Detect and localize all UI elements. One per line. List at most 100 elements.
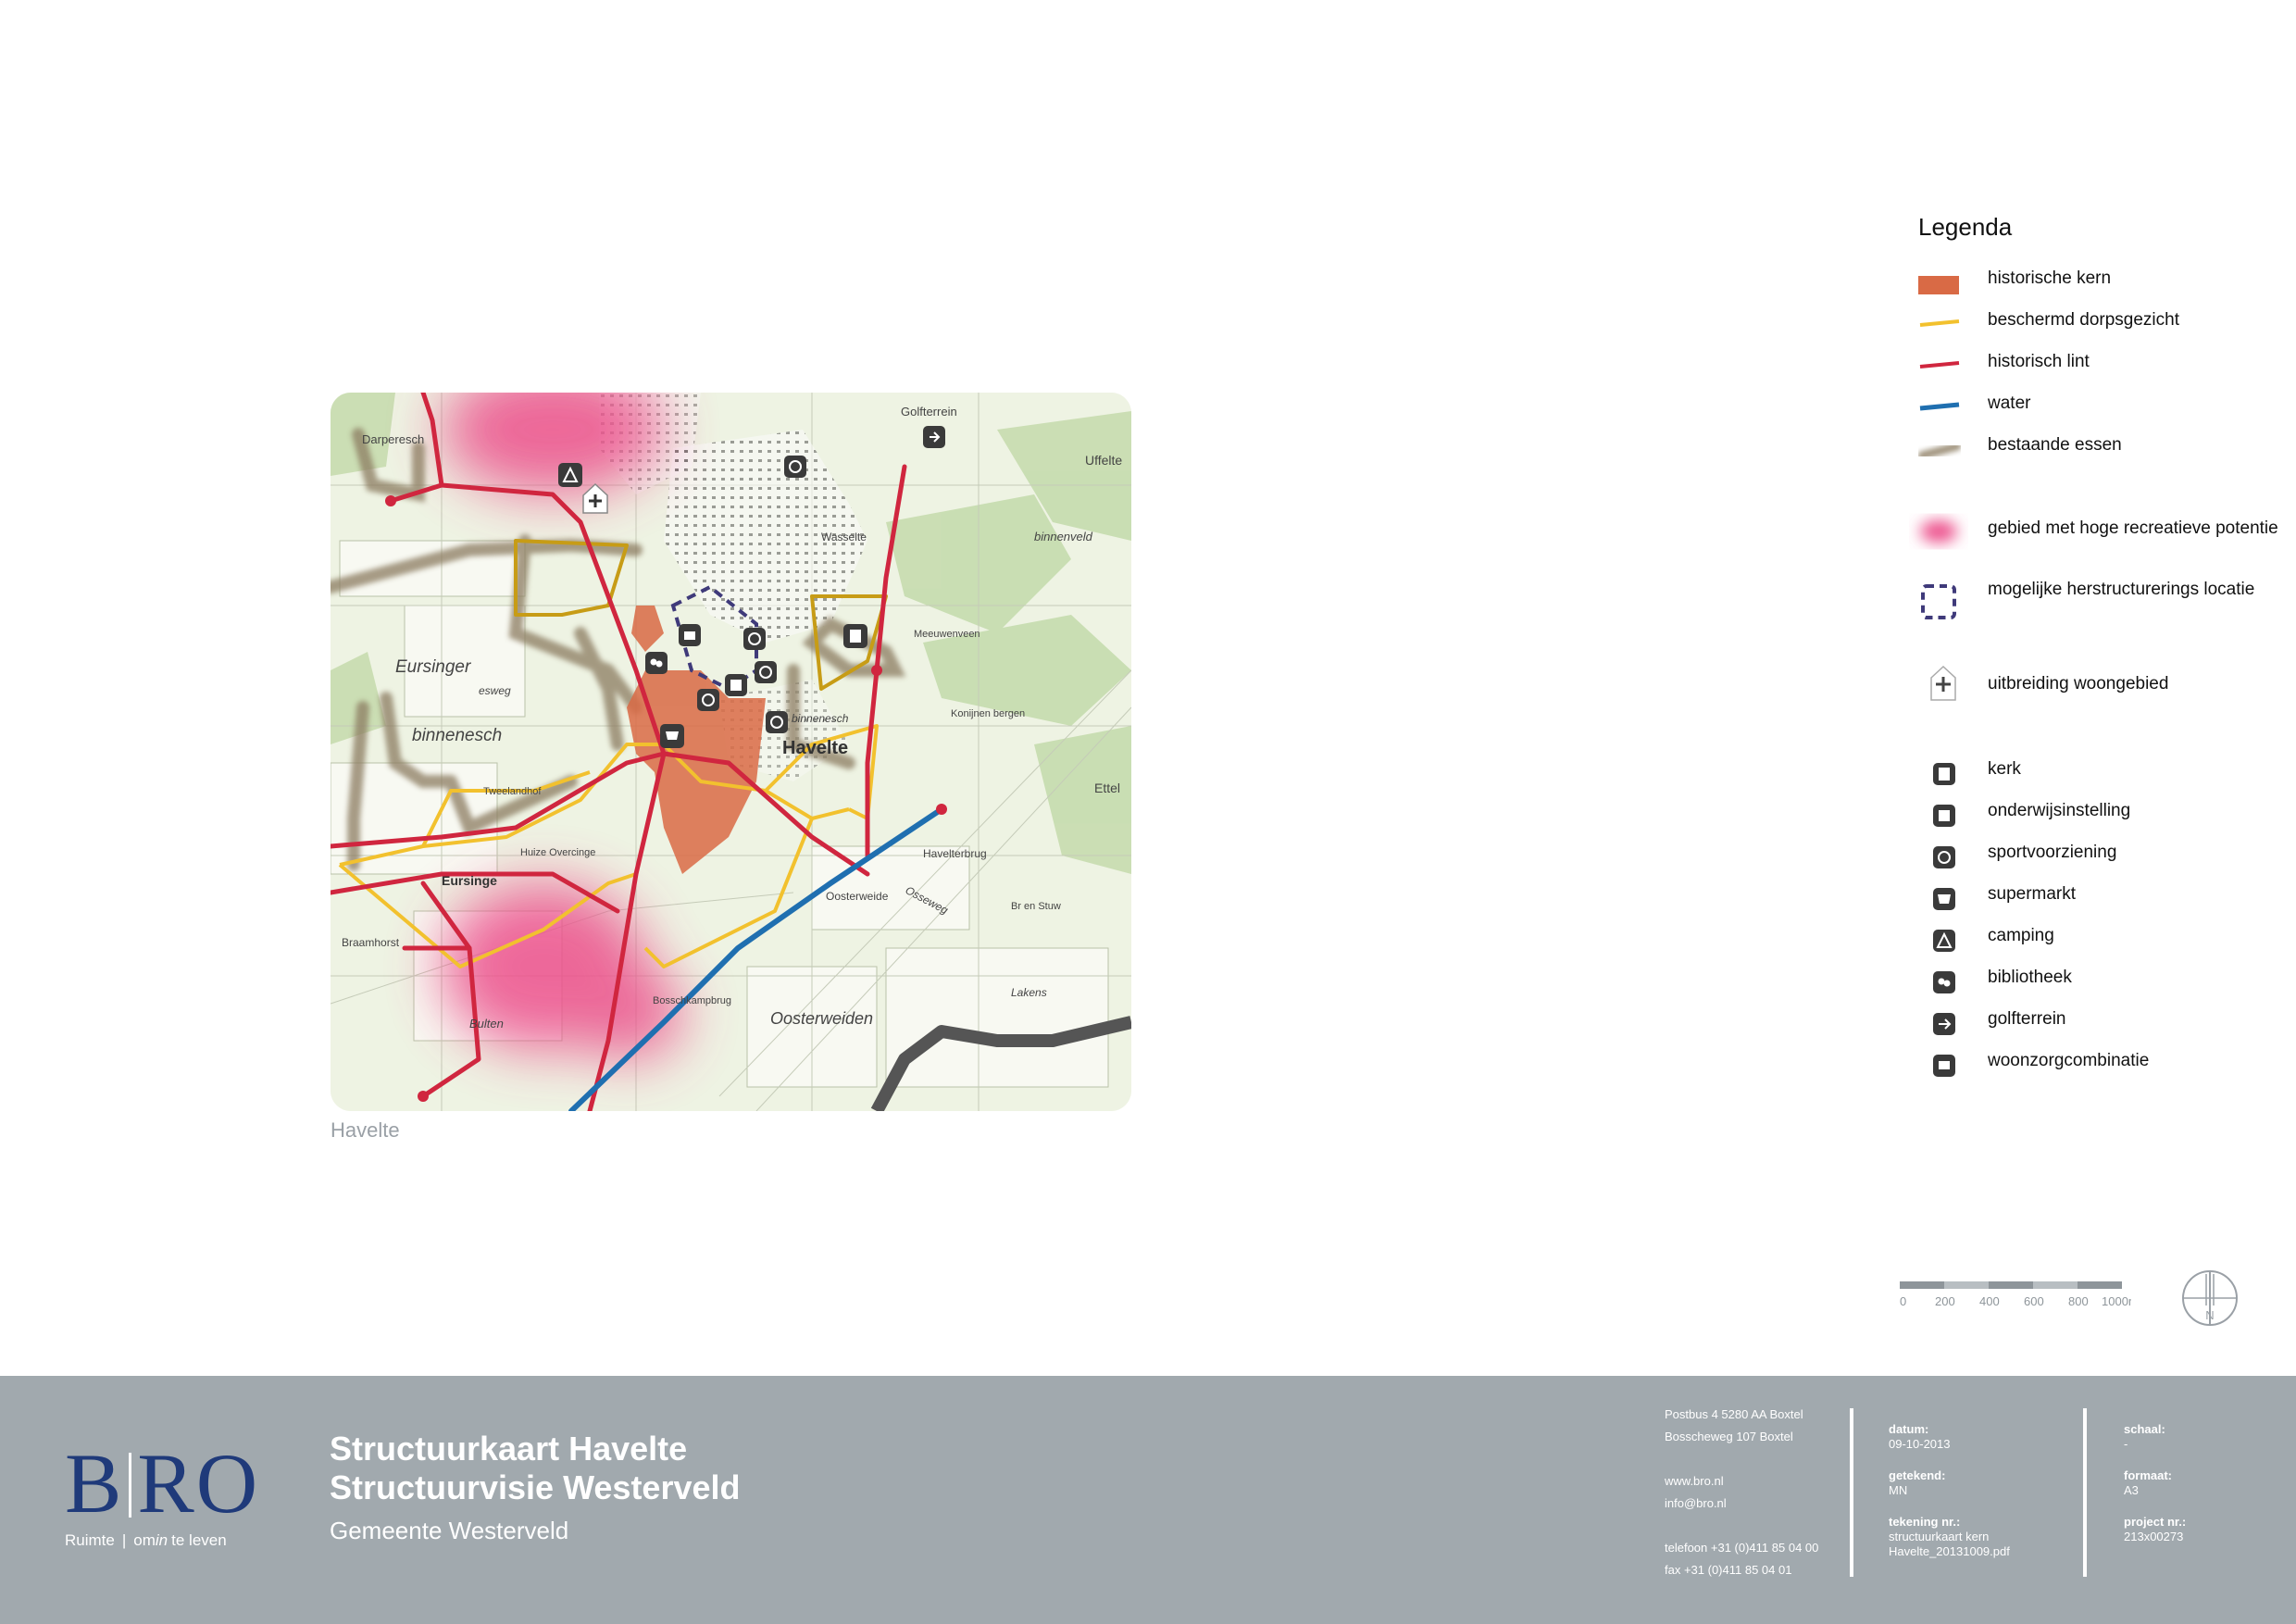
footer-divider (1850, 1408, 1853, 1577)
map-caption: Havelte (331, 1118, 400, 1142)
supermarket-icon (1933, 888, 1955, 910)
camping-icon (1933, 930, 1955, 952)
legend-item-dorpsgezicht: beschermd dorpsgezicht (1918, 310, 2279, 347)
footer-divider (2083, 1408, 2087, 1577)
water-line-icon (1919, 402, 1960, 411)
sport-icon[interactable] (755, 661, 777, 683)
title-block: B RO Ruimte | om in te leven Structuurkaart… (0, 1376, 2296, 1624)
dorpsgezicht-line-icon (1919, 319, 1960, 327)
recreatie-swatch (1920, 520, 1957, 543)
legend-item-herstructurering: mogelijke herstructurerings locatie (1918, 580, 2279, 626)
legend-item-sport: sportvoorziening (1918, 843, 2279, 880)
scale-tick-label: 200 (1935, 1294, 1955, 1308)
phone-number: telefoon +31 (0)411 85 04 00 (1665, 1541, 1819, 1555)
church-icon[interactable] (843, 624, 867, 648)
website-link[interactable]: www.bro.nl (1665, 1474, 1724, 1489)
sport-icon[interactable] (697, 689, 719, 711)
dashed-square-icon (1921, 584, 1956, 619)
legend-label: mogelijke herstructurerings locatie (1988, 580, 2255, 599)
getekend-label: getekend: (1889, 1468, 1946, 1482)
legend-label: kerk (1988, 759, 2021, 779)
church-icon (1933, 763, 1955, 785)
place-label-golfterrein: Golfterrein (901, 405, 957, 418)
drawing-subtitle: Structuurvisie Westerveld (330, 1468, 741, 1506)
bro-logo: B RO Ruimte | om in te leven (65, 1436, 260, 1549)
library-icon[interactable] (645, 652, 668, 674)
place-label-bosschkampbrug: Bosschkampbrug (653, 995, 731, 1006)
legend-label: supermarkt (1988, 884, 2077, 904)
legend-item-onderwijs: onderwijsinstelling (1918, 801, 2279, 838)
legend-label: bestaande essen (1988, 435, 2122, 455)
legend-label: sportvoorziening (1988, 843, 2117, 862)
place-label-oosterweide: Oosterweide (826, 890, 889, 903)
place-label-lakens: Lakens (1011, 986, 1047, 999)
map-canvas[interactable]: Darperesch Golfterrein Uffelte binnenvel… (331, 393, 1131, 1111)
place-label-tweelandhof: Tweelandhof (483, 786, 542, 797)
legend-label: camping (1988, 926, 2054, 945)
fax-number: fax +31 (0)411 85 04 01 (1665, 1563, 1792, 1577)
legend-label: onderwijsinstelling (1988, 801, 2131, 820)
project-value: 213x00273 (2124, 1530, 2184, 1543)
legend-item-water: water (1918, 394, 2279, 431)
house-plus-icon (1930, 665, 1956, 701)
legend-label: bibliotheek (1988, 968, 2072, 987)
address-line-2: Bosscheweg 107 Boxtel (1665, 1430, 1793, 1443)
datum-value: 09-10-2013 (1889, 1437, 1951, 1451)
place-label-meeuwenveen: Meeuwenveen (914, 629, 980, 640)
logo-tag-post: te leven (171, 1531, 227, 1549)
camping-icon[interactable] (558, 463, 582, 487)
legend-label: uitbreiding woongebied (1988, 674, 2169, 693)
sport-icon[interactable] (766, 711, 788, 733)
place-label-havelte: Havelte (782, 738, 848, 758)
legend: Legenda historische kern beschermd dorps… (1918, 213, 2279, 1077)
scale-tick-label: 800 (2068, 1294, 2089, 1308)
legend-item-kerk: kerk (1918, 759, 2279, 796)
logo-tag-em: in (155, 1531, 168, 1549)
supermarket-icon[interactable] (660, 724, 684, 748)
place-label-binnenesch-e: binnenesch (792, 712, 849, 725)
place-label-eursinge: Eursinge (442, 873, 497, 888)
historische-kern-swatch (1918, 276, 1959, 294)
scale-tick-label: 0 (1900, 1294, 1906, 1308)
legend-item-essen: bestaande essen (1918, 435, 2279, 472)
sport-icon[interactable] (743, 628, 766, 650)
place-label-bulten: Bulten (469, 1017, 504, 1031)
school-icon[interactable] (725, 674, 747, 696)
formaat-label: formaat: (2124, 1468, 2173, 1482)
legend-item-recreatie: gebied met hoge recreatieve potentie (1918, 518, 2279, 565)
datum-label: datum: (1889, 1422, 1929, 1436)
legend-item-golfterrein: golfterrein (1918, 1009, 2279, 1046)
place-label-eursinger: Eursinger (395, 657, 471, 677)
place-label-braamhorst: Braamhorst (342, 936, 400, 949)
logo-letter-b: B (65, 1436, 124, 1530)
care-icon[interactable] (679, 624, 701, 646)
scale-bar: 0 200 400 600 800 1000m (1900, 1281, 2131, 1308)
map-frame[interactable]: Darperesch Golfterrein Uffelte binnenvel… (331, 393, 1131, 1111)
legend-label: water (1988, 394, 2031, 413)
sport-icon[interactable] (784, 456, 806, 478)
place-label-wasselte: Wasselte (821, 531, 867, 543)
legend-item-historisch-lint: historisch lint (1918, 352, 2279, 389)
place-label-konijnenbergen: Konijnen bergen (951, 708, 1025, 719)
legend-label: golfterrein (1988, 1009, 2066, 1029)
legend-item-historische-kern: historische kern (1918, 269, 2279, 306)
place-label-darperesch: Darperesch (362, 432, 424, 446)
north-arrow-icon: N (2182, 1270, 2238, 1326)
lint-line-icon (1919, 361, 1960, 369)
email-link[interactable]: info@bro.nl (1665, 1496, 1727, 1511)
logo-tag-pre: om (133, 1531, 156, 1549)
legend-label: gebied met hoge recreatieve potentie (1988, 518, 2278, 538)
municipality-name: Gemeente Westerveld (330, 1517, 569, 1544)
tekening-label: tekening nr.: (1889, 1515, 1961, 1529)
legend-label: historisch lint (1988, 352, 2090, 371)
school-icon (1933, 805, 1955, 827)
scale-tick-label: 400 (1979, 1294, 2000, 1308)
golf-icon[interactable] (923, 426, 945, 448)
legend-item-bibliotheek: bibliotheek (1918, 968, 2279, 1005)
legend-item-woonzorg: woonzorgcombinatie (1918, 1051, 2279, 1088)
legend-label: historische kern (1988, 269, 2112, 288)
place-label-huize-overcinge: Huize Overcinge (520, 847, 595, 858)
legend-label: woonzorgcombinatie (1988, 1051, 2150, 1070)
address-line-1: Postbus 4 5280 AA Boxtel (1665, 1407, 1803, 1421)
logo-divider (129, 1453, 132, 1518)
